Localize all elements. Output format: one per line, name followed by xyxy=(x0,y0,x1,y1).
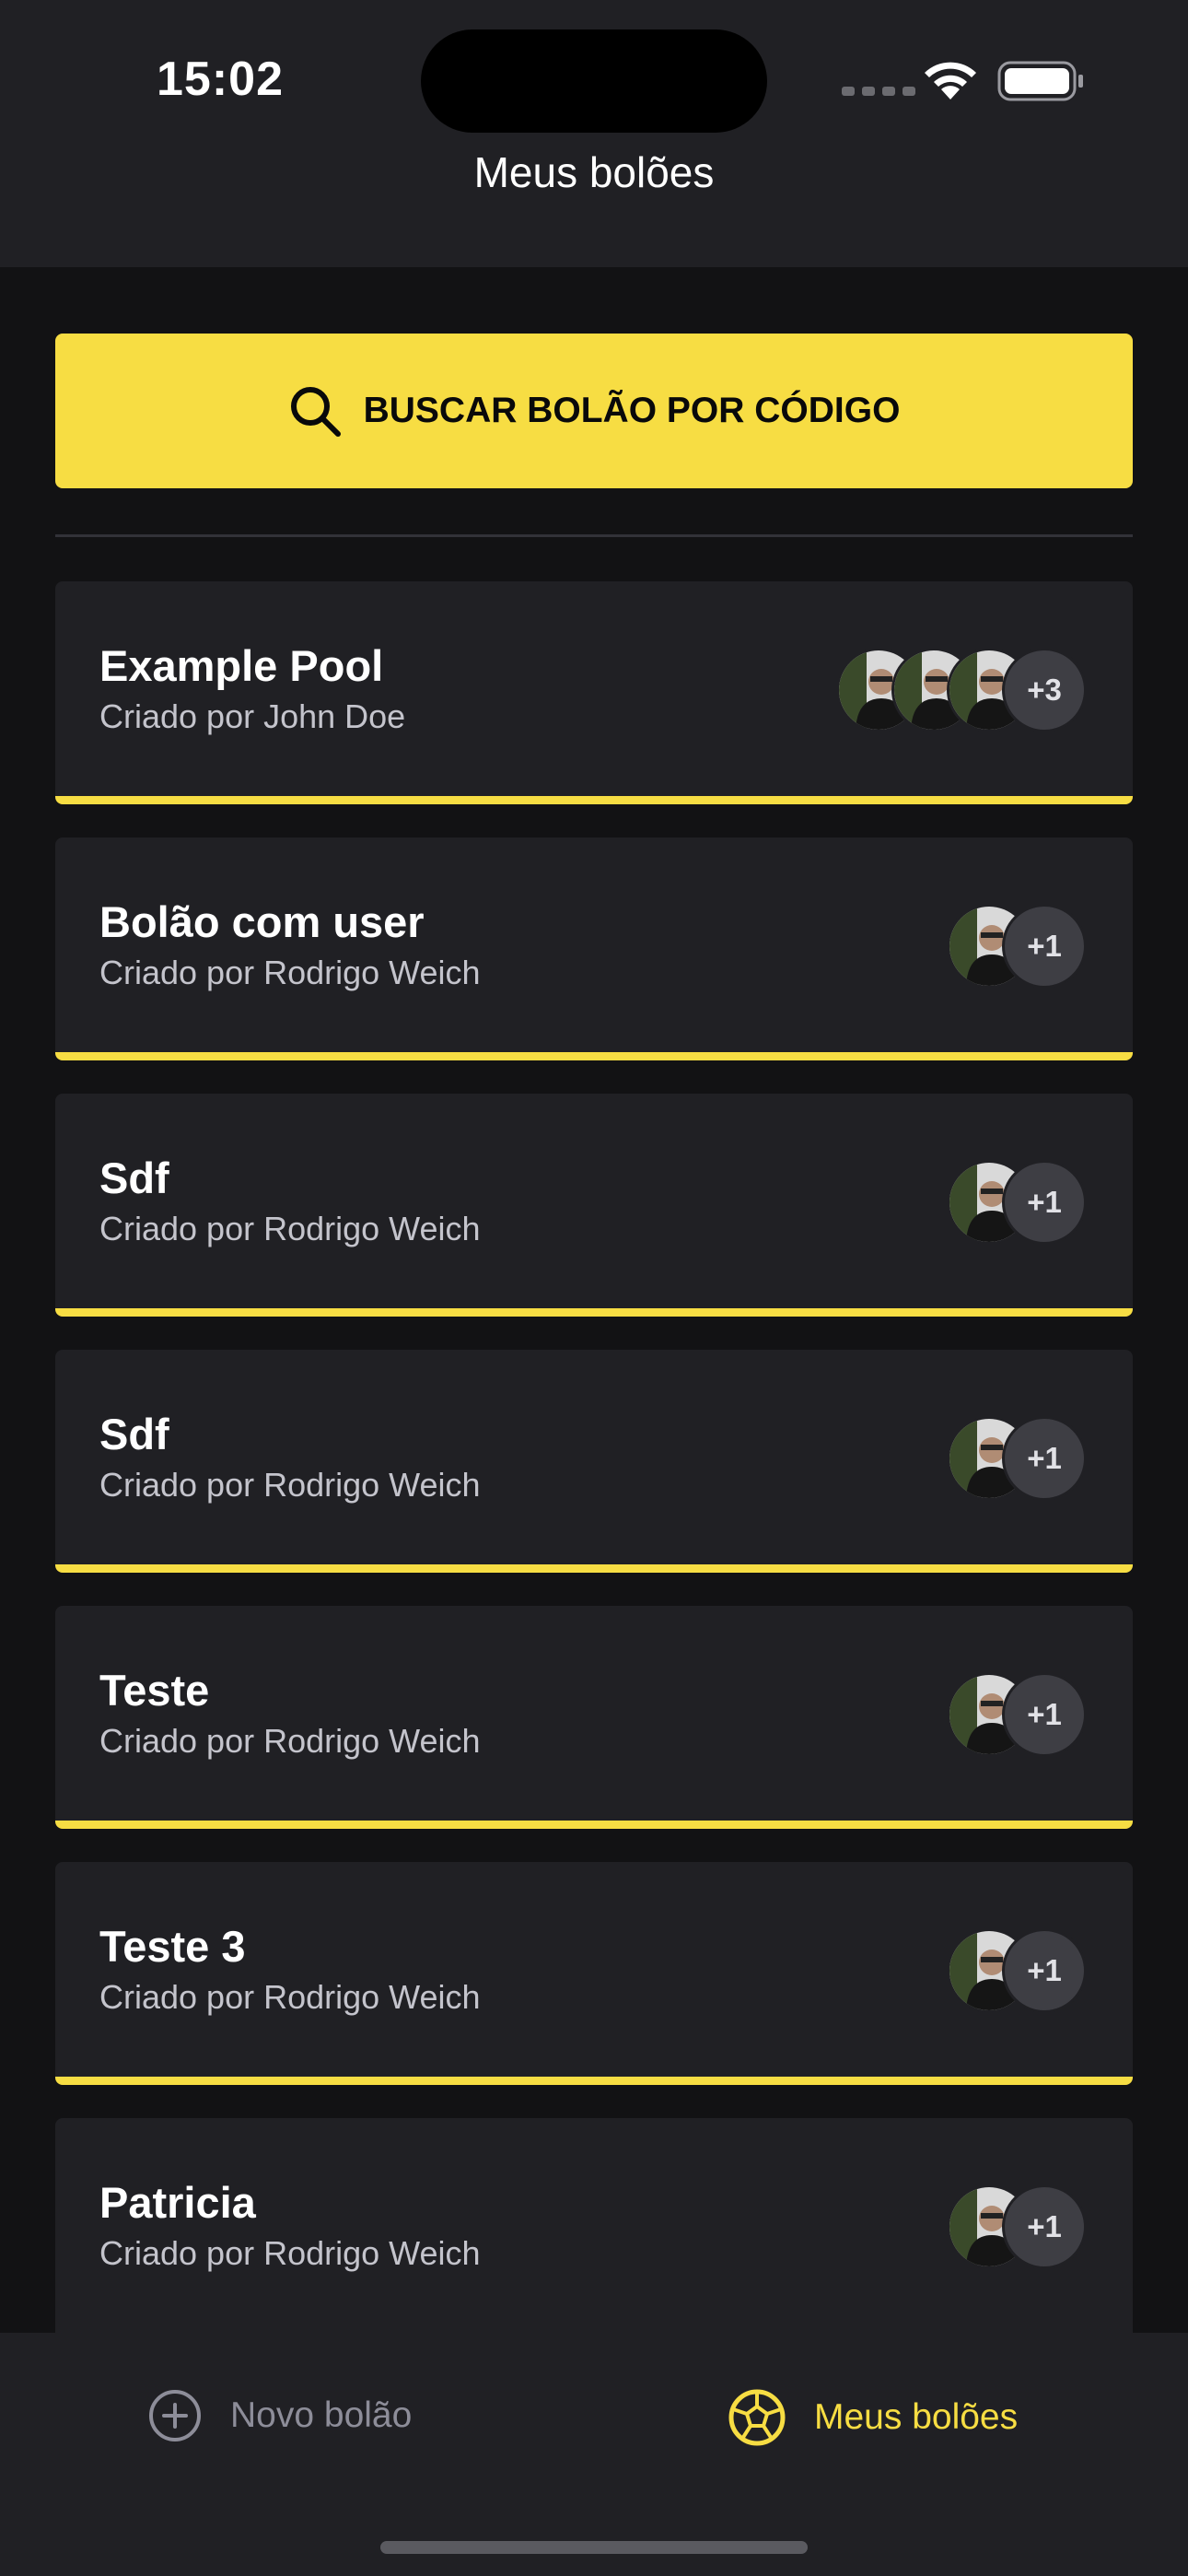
pool-title: Sdf xyxy=(99,1153,169,1202)
pool-owner: Criado por Rodrigo Weich xyxy=(99,1466,481,1504)
soccer-ball-icon xyxy=(728,2389,786,2446)
participant-count-badge: +1 xyxy=(1002,1160,1087,1245)
divider xyxy=(55,534,1133,537)
pool-owner: Criado por Rodrigo Weich xyxy=(99,1722,481,1760)
participant-avatars: +1 xyxy=(947,1928,1087,2013)
pool-title: Teste xyxy=(99,1666,210,1715)
pool-title: Patricia xyxy=(99,2178,256,2227)
participant-avatars: +1 xyxy=(947,904,1087,989)
pool-owner: Criado por Rodrigo Weich xyxy=(99,2234,481,2272)
tab-my-pools[interactable]: Meus bolões xyxy=(728,2388,1018,2447)
participant-count-badge: +3 xyxy=(1002,648,1087,732)
signal-icon xyxy=(842,87,915,96)
participant-avatars: +1 xyxy=(947,1160,1087,1245)
participant-count-badge: +1 xyxy=(1002,1928,1087,2013)
pool-owner: Criado por Rodrigo Weich xyxy=(99,954,481,991)
app-header: 15:02 Meus bolões xyxy=(0,0,1188,267)
dynamic-island xyxy=(421,29,767,133)
pool-card[interactable]: Example Pool Criado por John Doe +3 xyxy=(55,581,1133,804)
pool-card[interactable]: Patricia Criado por Rodrigo Weich +1 xyxy=(55,2118,1133,2341)
tab-new-pool[interactable]: Novo bolão xyxy=(147,2388,412,2443)
pool-card[interactable]: Bolão com user Criado por Rodrigo Weich +1 xyxy=(55,837,1133,1060)
battery-icon xyxy=(997,61,1083,101)
pool-card[interactable]: Teste Criado por Rodrigo Weich +1 xyxy=(55,1606,1133,1829)
page-title: Meus bolões xyxy=(473,148,715,196)
search-button-label: BUSCAR BOLÃO POR CÓDIGO xyxy=(363,391,901,430)
tab-new-pool-label: Novo bolão xyxy=(230,2395,413,2435)
participant-count-badge: +1 xyxy=(1002,2184,1087,2269)
status-time: 15:02 xyxy=(157,53,284,106)
pool-title: Teste 3 xyxy=(99,1922,246,1971)
pool-title: Sdf xyxy=(99,1410,169,1458)
participant-count-badge: +1 xyxy=(1002,1416,1087,1501)
pool-owner: Criado por Rodrigo Weich xyxy=(99,1210,481,1247)
search-icon xyxy=(290,387,341,437)
pool-card[interactable]: Sdf Criado por Rodrigo Weich +1 xyxy=(55,1350,1133,1573)
tab-bar: Novo bolão Meus bolões xyxy=(0,2333,1188,2576)
participant-count-badge: +1 xyxy=(1002,1672,1087,1757)
pool-owner: Criado por Rodrigo Weich xyxy=(99,1978,481,2016)
pool-list: Example Pool Criado por John Doe +3 Bolão c… xyxy=(55,581,1133,2374)
search-by-code-button[interactable]: BUSCAR BOLÃO POR CÓDIGO xyxy=(55,334,1133,488)
tab-my-pools-label: Meus bolões xyxy=(814,2397,1019,2437)
participant-avatars: +1 xyxy=(947,1672,1087,1757)
plus-circle-icon xyxy=(149,2390,201,2441)
pool-card[interactable]: Teste 3 Criado por Rodrigo Weich +1 xyxy=(55,1862,1133,2085)
participant-avatars: +3 xyxy=(836,648,1087,732)
participant-count-badge: +1 xyxy=(1002,904,1087,989)
pool-card[interactable]: Sdf Criado por Rodrigo Weich +1 xyxy=(55,1094,1133,1317)
participant-avatars: +1 xyxy=(947,1416,1087,1501)
wifi-icon xyxy=(925,62,976,100)
home-indicator[interactable] xyxy=(380,2541,808,2554)
pool-title: Bolão com user xyxy=(99,897,425,946)
participant-avatars: +1 xyxy=(947,2184,1087,2269)
pool-owner: Criado por John Doe xyxy=(99,697,406,735)
pool-title: Example Pool xyxy=(99,641,384,690)
